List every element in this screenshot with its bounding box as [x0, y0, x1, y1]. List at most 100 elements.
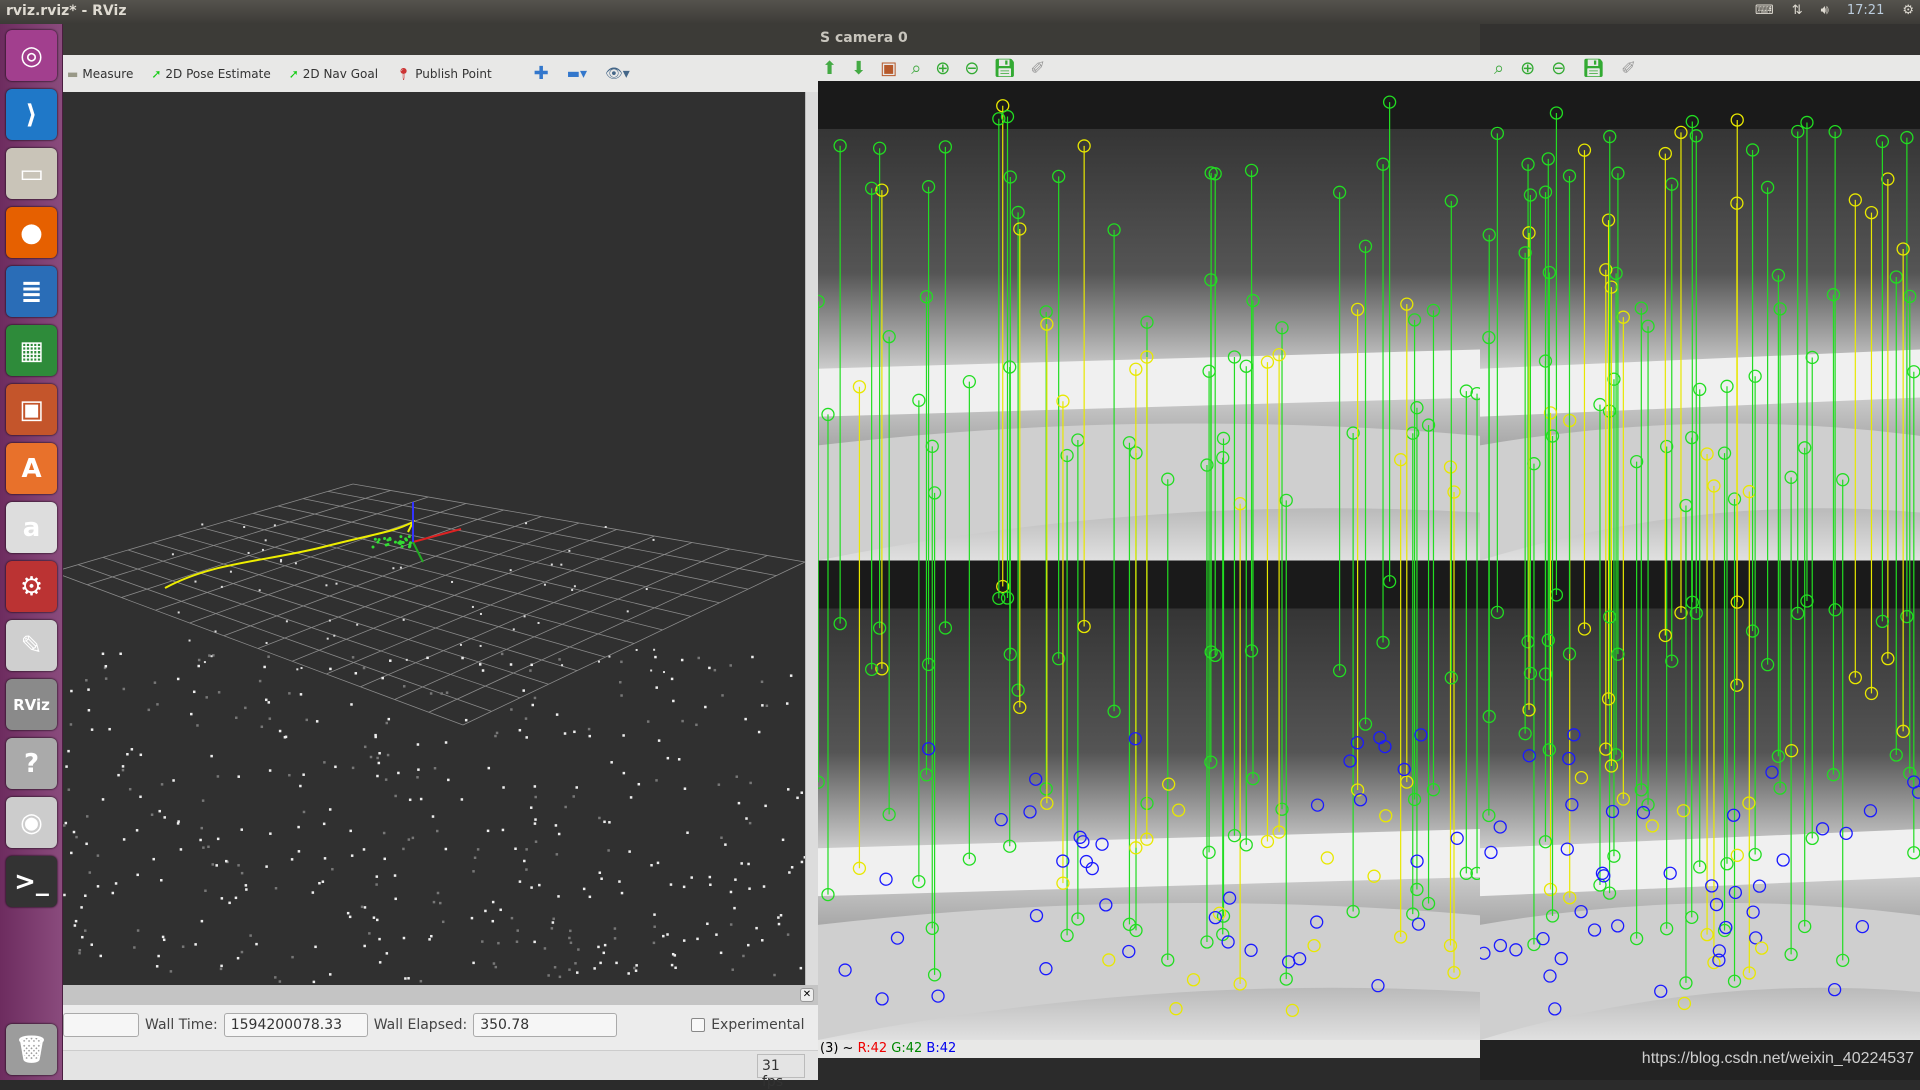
map-point	[302, 773, 305, 776]
map-point	[439, 901, 442, 905]
wall-elapsed-field[interactable]: 350.78	[473, 1013, 618, 1037]
map-point	[655, 686, 658, 689]
launcher-terminal[interactable]: >_	[6, 856, 57, 907]
map-point	[765, 704, 769, 708]
map-point	[558, 975, 562, 979]
clock[interactable]: 17:21	[1847, 3, 1884, 18]
map-point	[416, 776, 419, 779]
zoom-out-icon[interactable]: ⊖	[964, 58, 979, 79]
zoom-in-icon[interactable]: ⊕	[935, 58, 950, 79]
map-point	[460, 798, 464, 801]
remove-tool-button[interactable]: ▬▾	[567, 66, 587, 82]
map-point	[533, 696, 537, 700]
pixel-info: (3) ~ R:42 G:42 B:42	[818, 1040, 1480, 1058]
launcher-ubuntu-dash[interactable]: ◎	[6, 30, 57, 81]
clear-brush-icon[interactable]: ✐	[1030, 58, 1045, 79]
keyboard-icon[interactable]: ⌨	[1755, 3, 1774, 18]
down-arrow-icon[interactable]: ⬇	[851, 58, 866, 79]
map-point	[63, 824, 66, 827]
save-icon[interactable]: 💾︎	[1582, 58, 1605, 79]
map-point	[561, 664, 564, 667]
map-point	[244, 706, 247, 710]
map-point	[211, 863, 214, 866]
image-toolbar-2: ⌕ ⊕ ⊖ 💾︎ ✐	[1480, 55, 1920, 81]
map-point	[162, 938, 166, 942]
map-point	[267, 655, 270, 658]
map-point	[99, 954, 103, 958]
launcher-rviz[interactable]: RViz	[6, 679, 57, 730]
launcher-text-editor[interactable]: ✎	[6, 620, 57, 671]
close-icon[interactable]: ✕	[800, 988, 814, 1002]
map-point	[176, 822, 180, 825]
map-point-green	[373, 537, 377, 541]
volume-icon[interactable]: 🔊︎	[1821, 3, 1829, 18]
map-point	[713, 668, 717, 672]
map-point-green	[407, 535, 411, 539]
tool-publish-point[interactable]: 📍︎ Publish Point	[396, 67, 492, 81]
wall-time-field[interactable]: 1594200078.33	[223, 1013, 368, 1037]
map-point	[674, 966, 677, 970]
map-point	[160, 878, 163, 882]
map-point	[613, 927, 617, 930]
tool-measure[interactable]: ▬ Measure	[67, 67, 133, 81]
tool-2d-pose-estimate[interactable]: ➚ 2D Pose Estimate	[151, 67, 270, 81]
map-point-green	[397, 541, 401, 545]
map-point	[378, 751, 381, 755]
ros-elapsed-field[interactable]	[63, 1013, 139, 1037]
launcher-amazon[interactable]: a	[6, 502, 57, 553]
camera-image-2[interactable]	[1480, 81, 1920, 1040]
map-point	[139, 795, 142, 799]
map-point	[534, 818, 537, 821]
map-point-green	[388, 536, 392, 540]
up-arrow-icon[interactable]: ⬆	[822, 58, 837, 79]
map-point	[419, 797, 423, 801]
camera-image[interactable]	[818, 81, 1480, 1040]
splitter-scrollbar[interactable]	[805, 92, 818, 985]
clear-brush-icon[interactable]: ✐	[1621, 58, 1636, 79]
launcher-firefox[interactable]: ●	[6, 207, 57, 258]
map-point	[719, 951, 723, 955]
launcher-impress[interactable]: ▣	[6, 384, 57, 435]
launcher-calc[interactable]: ▦	[6, 325, 57, 376]
map-point	[128, 787, 132, 791]
launcher-system-settings[interactable]: ⚙	[6, 561, 57, 612]
map-point-green	[399, 535, 403, 539]
image-icon[interactable]: ▣	[880, 58, 897, 79]
save-icon[interactable]: 💾︎	[993, 58, 1016, 79]
map-point	[199, 838, 202, 842]
map-point	[543, 583, 546, 586]
launcher-trash[interactable]: 🗑	[6, 1024, 57, 1075]
map-point	[85, 815, 89, 818]
grid-line	[127, 549, 549, 685]
power-gear-icon[interactable]: ⚙	[1902, 3, 1914, 18]
experimental-checkbox[interactable]	[691, 1018, 706, 1032]
map-point	[551, 921, 555, 924]
zoom-out-icon[interactable]: ⊖	[1551, 58, 1566, 79]
launcher-software-center[interactable]: A	[6, 443, 57, 494]
camera-window-title: S camera 0	[818, 24, 1480, 55]
map-point	[745, 817, 748, 820]
zoom-in-icon[interactable]: ⊕	[1520, 58, 1535, 79]
launcher-help[interactable]: ?	[6, 738, 57, 789]
zoom-fit-icon[interactable]: ⌕	[1494, 58, 1504, 79]
map-point	[375, 875, 379, 878]
map-point	[81, 935, 84, 939]
zoom-fit-icon[interactable]: ⌕	[911, 58, 921, 79]
grid-line	[360, 542, 693, 688]
launcher-camera[interactable]: ◉	[6, 797, 57, 848]
3d-view[interactable]	[63, 92, 805, 985]
map-point	[382, 831, 386, 835]
launcher-writer[interactable]: ≣	[6, 266, 57, 317]
map-point	[273, 524, 276, 527]
map-point	[389, 659, 392, 662]
map-point	[90, 943, 93, 946]
add-tool-button[interactable]: ✚	[534, 63, 549, 84]
map-point	[757, 730, 761, 734]
map-point	[497, 941, 500, 945]
network-icon[interactable]: ⇅	[1792, 3, 1803, 18]
launcher-vscode[interactable]: ⟩	[6, 89, 57, 140]
launcher-files[interactable]: ▭	[6, 148, 57, 199]
tool-2d-nav-goal[interactable]: ➚ 2D Nav Goal	[289, 67, 378, 81]
map-point	[800, 860, 804, 864]
view-eye-button[interactable]: 👁︎▾	[605, 66, 630, 82]
